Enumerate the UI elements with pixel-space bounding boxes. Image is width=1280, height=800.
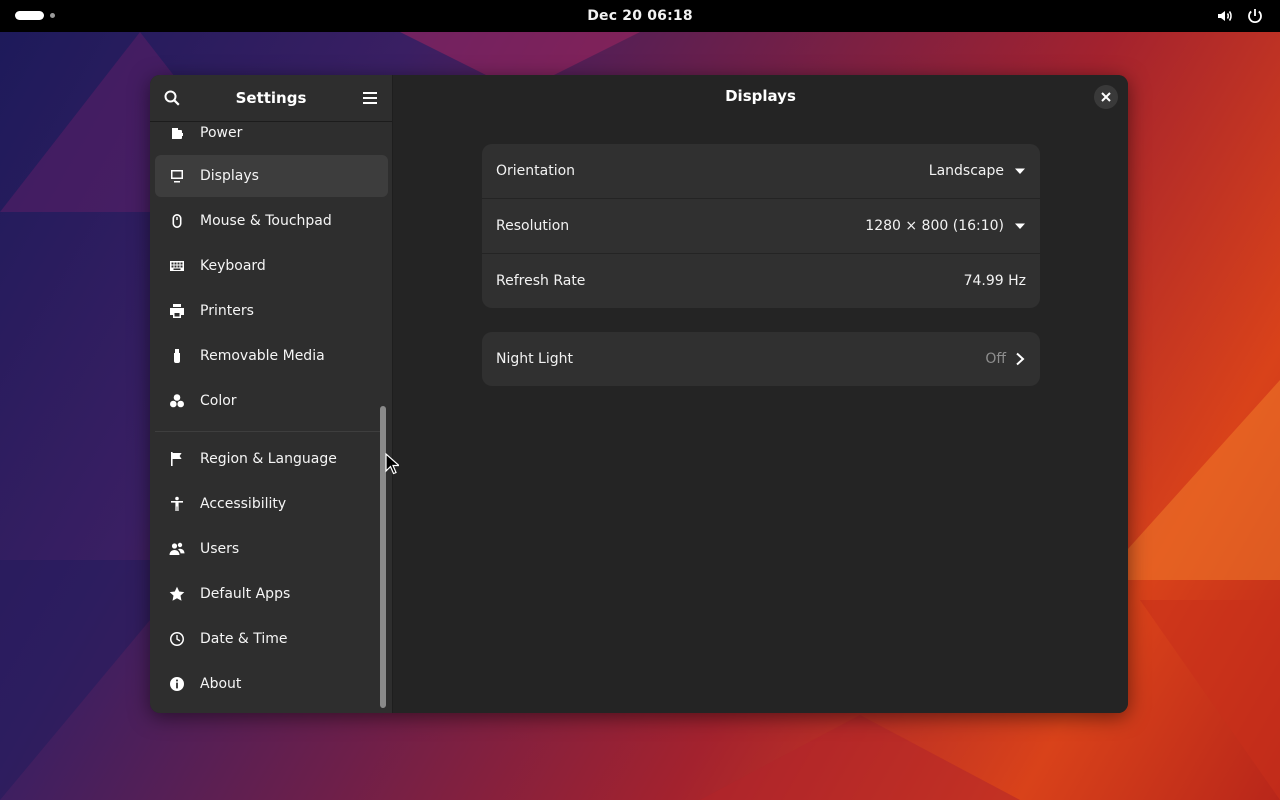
volume-icon: [1218, 11, 1232, 21]
hamburger-menu-icon: [363, 92, 377, 104]
night-light-card: Night Light Off: [482, 332, 1040, 386]
chevron-right-icon: [1016, 352, 1025, 366]
top-bar: Dec 20 06:18: [0, 0, 1280, 32]
users-icon: [168, 540, 186, 558]
search-icon: [164, 90, 180, 106]
sidebar-item-label: Accessibility: [200, 496, 287, 512]
sidebar-item-printers[interactable]: Printers: [155, 290, 388, 332]
night-light-label: Night Light: [496, 351, 573, 367]
resolution-label: Resolution: [496, 218, 570, 234]
system-tray[interactable]: [1216, 7, 1264, 25]
sidebar-header: Settings: [150, 75, 392, 122]
workspace-indicator-active: [15, 11, 44, 20]
page-title: Displays: [725, 87, 796, 105]
flag-icon: [168, 450, 186, 468]
sidebar-separator: [155, 431, 383, 432]
dropdown-arrow-icon: [1015, 223, 1025, 229]
main-menu-button[interactable]: [359, 87, 381, 109]
sidebar-item-accessibility[interactable]: Accessibility: [155, 483, 388, 525]
night-light-row[interactable]: Night Light Off: [482, 332, 1040, 386]
clock-icon: [168, 630, 186, 648]
display-icon: [168, 167, 186, 185]
power-icon: [168, 124, 186, 142]
mouse-icon: [168, 212, 186, 230]
info-icon: [168, 675, 186, 693]
sidebar-item-label: Date & Time: [200, 631, 288, 647]
sidebar-item-label: Keyboard: [200, 258, 266, 274]
sidebar-item-mouse-touchpad[interactable]: Mouse & Touchpad: [155, 200, 388, 242]
sidebar-item-keyboard[interactable]: Keyboard: [155, 245, 388, 287]
content-pane: Displays Orientation Landscape Resolutio…: [393, 75, 1128, 713]
sidebar-list[interactable]: Power Displays Mouse & Touchpad Keyboard…: [150, 121, 392, 713]
sidebar-item-color[interactable]: Color: [155, 380, 388, 422]
sidebar-item-region-language[interactable]: Region & Language: [155, 438, 388, 480]
accessibility-icon: [168, 495, 186, 513]
sidebar-item-label: Removable Media: [200, 348, 325, 364]
refresh-rate-row: Refresh Rate 74.99 Hz: [482, 253, 1040, 308]
mouse-pointer-icon: [385, 453, 399, 475]
search-button[interactable]: [161, 87, 183, 109]
resolution-value: 1280 × 800 (16:10): [865, 218, 1004, 234]
sidebar-item-users[interactable]: Users: [155, 528, 388, 570]
sidebar-title: Settings: [235, 89, 307, 107]
power-icon: [1248, 9, 1262, 23]
clock[interactable]: Dec 20 06:18: [587, 8, 693, 24]
sidebar-item-label: Printers: [200, 303, 254, 319]
settings-window: Settings Power Displays Mouse & Touchpad…: [150, 75, 1128, 713]
sidebar-item-label: About: [200, 676, 242, 692]
refresh-rate-value: 74.99 Hz: [963, 273, 1026, 289]
refresh-rate-label: Refresh Rate: [496, 273, 586, 289]
sidebar-item-date-time[interactable]: Date & Time: [155, 618, 388, 660]
sidebar-scrollbar[interactable]: [380, 406, 386, 708]
keyboard-icon: [168, 257, 186, 275]
sidebar-item-label: Region & Language: [200, 451, 337, 467]
sidebar-item-about[interactable]: About: [155, 663, 388, 705]
close-button[interactable]: [1094, 85, 1118, 109]
printer-icon: [168, 302, 186, 320]
resolution-row[interactable]: Resolution 1280 × 800 (16:10): [482, 198, 1040, 253]
sidebar-item-label: Users: [200, 541, 240, 557]
activities-button[interactable]: [15, 11, 55, 20]
color-icon: [168, 392, 186, 410]
sidebar-item-removable-media[interactable]: Removable Media: [155, 335, 388, 377]
sidebar-item-label: Displays: [200, 168, 259, 184]
sidebar: Settings Power Displays Mouse & Touchpad…: [150, 75, 393, 713]
workspace-indicator-inactive: [50, 13, 55, 18]
display-settings-card: Orientation Landscape Resolution 1280 × …: [482, 144, 1040, 308]
sidebar-item-default-apps[interactable]: Default Apps: [155, 573, 388, 615]
sidebar-item-displays[interactable]: Displays: [155, 155, 388, 197]
sidebar-item-power[interactable]: Power: [155, 121, 388, 154]
night-light-status: Off: [985, 351, 1006, 367]
star-icon: [168, 585, 186, 603]
orientation-row[interactable]: Orientation Landscape: [482, 144, 1040, 198]
orientation-label: Orientation: [496, 163, 576, 179]
sidebar-item-label: Power: [200, 125, 243, 141]
close-icon: [1101, 92, 1111, 102]
orientation-value: Landscape: [928, 163, 1004, 179]
sidebar-item-label: Color: [200, 393, 237, 409]
usb-icon: [168, 347, 186, 365]
sidebar-item-label: Mouse & Touchpad: [200, 213, 332, 229]
dropdown-arrow-icon: [1015, 168, 1025, 174]
sidebar-item-label: Default Apps: [200, 586, 291, 602]
